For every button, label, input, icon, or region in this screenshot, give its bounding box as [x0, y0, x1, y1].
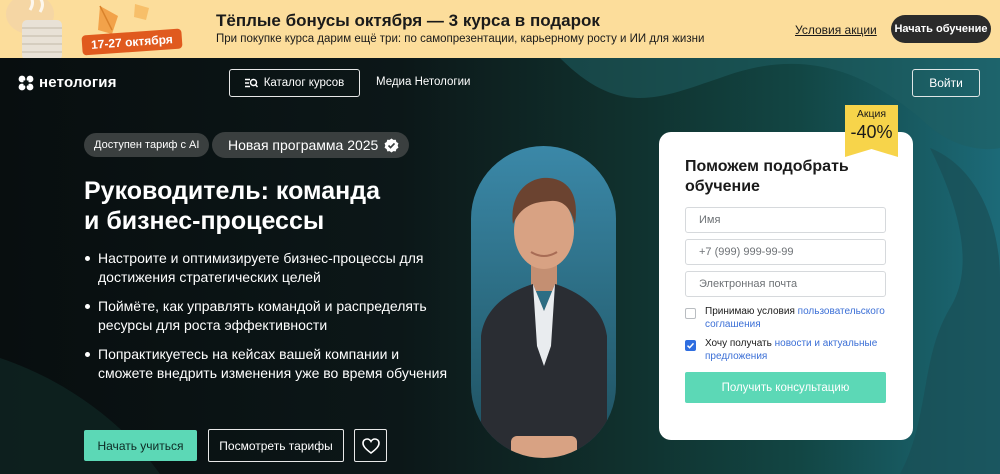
heart-icon — [361, 437, 380, 454]
consent-row: Принимаю условия пользовательского согла… — [685, 306, 890, 331]
consent-label: Принимаю условия пользовательского согла… — [705, 306, 890, 331]
promo-banner: 17-27 октября Тёплые бонусы октября — 3 … — [0, 0, 1000, 58]
ai-tariff-badge: Доступен тариф с AI — [84, 133, 210, 157]
news-text: Хочу получать — [705, 338, 775, 349]
news-label: Хочу получать новости и актуальные предл… — [705, 338, 890, 363]
login-button[interactable]: Войти — [912, 69, 980, 97]
promo-subtitle: При покупке курса дарим ещё три: по само… — [216, 33, 705, 45]
sale-value: -40% — [850, 122, 893, 142]
logo-mark-icon — [18, 75, 34, 90]
consent-text: Принимаю условия — [705, 306, 798, 317]
checkmark-icon — [686, 342, 695, 349]
start-learning-button[interactable]: Начать учиться — [84, 430, 197, 461]
news-checkbox[interactable] — [685, 340, 696, 351]
hero-section: нетология Каталог курсов Медиа Нетологии… — [0, 58, 1000, 474]
form-title: Поможем подобрать обучение — [685, 158, 849, 195]
person-illustration — [481, 177, 607, 458]
new-program-badge: Новая программа 2025 — [212, 132, 410, 158]
logo-text: нетология — [39, 74, 117, 91]
media-link[interactable]: Медиа Нетологии — [376, 76, 470, 88]
email-input[interactable] — [685, 271, 886, 297]
promo-terms-link[interactable]: Условия акции — [795, 23, 877, 37]
sale-label: Акция — [856, 108, 887, 120]
name-input[interactable] — [685, 207, 886, 233]
netology-logo[interactable]: нетология — [18, 74, 117, 91]
phone-input[interactable] — [685, 239, 886, 265]
hero-title-line2: и бизнес-процессы — [84, 207, 325, 235]
consent-checkbox[interactable] — [685, 308, 696, 319]
hero-title-line1: Руководитель: команда — [84, 177, 380, 205]
promo-start-button[interactable]: Начать обучение — [891, 15, 991, 43]
new-program-label: Новая программа 2025 — [228, 137, 379, 153]
benefit-item: Попрактикуетесь на кейсах вашей компании… — [84, 345, 454, 382]
news-row: Хочу получать новости и актуальные предл… — [685, 338, 890, 363]
get-consultation-button[interactable]: Получить консультацию — [685, 372, 886, 403]
catalog-button[interactable]: Каталог курсов — [229, 69, 360, 97]
view-tariffs-button[interactable]: Посмотреть тарифы — [208, 429, 344, 462]
sale-tag: Акция -40% — [845, 105, 898, 157]
catalog-search-icon — [244, 78, 258, 87]
hero-title: Руководитель: команда и бизнес-процессы — [84, 176, 464, 236]
consultation-form: Поможем подобрать обучение Принимаю усло… — [659, 132, 913, 440]
verified-check-icon — [384, 137, 399, 153]
benefits-list: Настроите и оптимизируете бизнес-процесс… — [84, 249, 454, 393]
catalog-button-label: Каталог курсов — [263, 77, 345, 89]
benefit-item: Настроите и оптимизируете бизнес-процесс… — [84, 249, 454, 286]
instructor-photo — [471, 146, 616, 458]
benefit-item: Поймёте, как управлять командой и распре… — [84, 297, 454, 334]
favorite-button[interactable] — [354, 429, 387, 462]
promo-title: Тёплые бонусы октября — 3 курса в подаро… — [216, 11, 600, 30]
